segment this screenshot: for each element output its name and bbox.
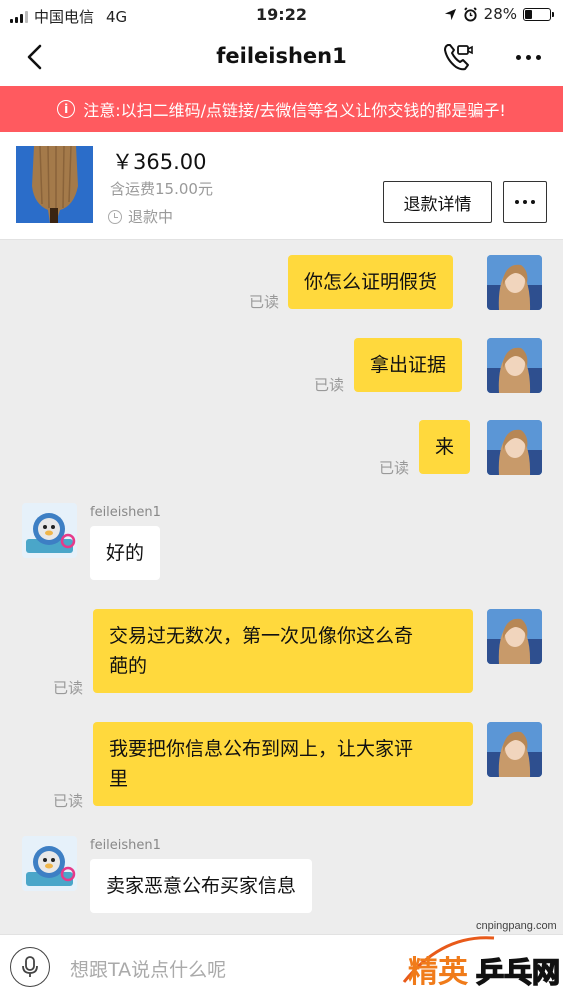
message-line: 我要把你信息公布到网上，让大家评 [109, 738, 414, 760]
message-bubble-incoming[interactable]: 卖家恶意公布买家信息 [90, 859, 313, 913]
my-avatar[interactable] [487, 420, 542, 475]
message-line: 里 [109, 768, 129, 790]
status-right: 28% [444, 5, 554, 23]
read-receipt: 已读 [314, 376, 345, 394]
my-avatar[interactable] [487, 722, 542, 777]
scam-warning-banner: i 注意:以扫二维码/点链接/去微信等名义让你交钱的都是骗子! [0, 86, 563, 132]
location-arrow-icon [444, 8, 456, 20]
product-price: ￥365.00 [112, 150, 207, 174]
battery-percent: 28% [483, 5, 517, 23]
my-avatar[interactable] [487, 338, 542, 393]
watermark-brand-right: 乒乓网 [476, 956, 560, 989]
refund-details-button[interactable]: 退款详情 [383, 181, 492, 223]
message-bubble-outgoing[interactable]: 你怎么证明假货 [288, 255, 454, 309]
read-receipt: 已读 [379, 459, 410, 477]
nav-bar: feileishen1 [0, 30, 563, 86]
watermark-url: cnpingpang.com [476, 920, 557, 932]
site-watermark-logo: 精英 乒乓网 [402, 936, 561, 990]
read-receipt: 已读 [53, 792, 84, 810]
clock-icon [108, 209, 122, 224]
more-options-icon[interactable] [511, 40, 545, 74]
sender-name: feileishen1 [90, 505, 161, 520]
message-line: 交易过无数次，第一次见像你这么奇 [109, 625, 414, 647]
microphone-icon[interactable] [10, 947, 50, 987]
sender-name: feileishen1 [90, 838, 161, 853]
status-bar: 中国电信 4G 19:22 28% [0, 0, 563, 30]
my-avatar[interactable] [487, 609, 542, 664]
phone-video-icon[interactable] [441, 40, 475, 74]
message-bubble-outgoing[interactable]: 交易过无数次，第一次见像你这么奇 葩的 [93, 609, 473, 693]
watermark-brand-left: 精英 [408, 955, 469, 990]
message-bubble-outgoing[interactable]: 我要把你信息公布到网上，让大家评 里 [93, 722, 473, 806]
battery-icon [523, 7, 554, 21]
seller-avatar[interactable] [22, 836, 77, 891]
product-thumbnail[interactable] [16, 146, 93, 223]
message-bubble-outgoing[interactable]: 来 [419, 420, 471, 474]
my-avatar[interactable] [487, 255, 542, 310]
refund-status-label: 退款中 [128, 208, 174, 226]
read-receipt: 已读 [249, 293, 280, 311]
read-receipt: 已读 [53, 679, 84, 697]
product-more-button[interactable] [503, 181, 547, 223]
message-bubble-outgoing[interactable]: 拿出证据 [354, 338, 463, 392]
message-bubble-incoming[interactable]: 好的 [90, 526, 161, 580]
alarm-icon [463, 6, 477, 22]
message-line: 葩的 [109, 655, 148, 677]
seller-avatar[interactable] [22, 503, 77, 558]
battery-level [525, 9, 533, 19]
chat-title: feileishen1 [216, 44, 347, 68]
warning-text: 注意:以扫二维码/点链接/去微信等名义让你交钱的都是骗子! [83, 101, 506, 120]
refund-status: 退款中 [108, 206, 173, 227]
message-input[interactable]: 想跟TA说点什么呢 [70, 955, 226, 982]
info-circle-icon: i [57, 100, 76, 118]
shipping-fee: 含运费15.00元 [110, 180, 213, 198]
